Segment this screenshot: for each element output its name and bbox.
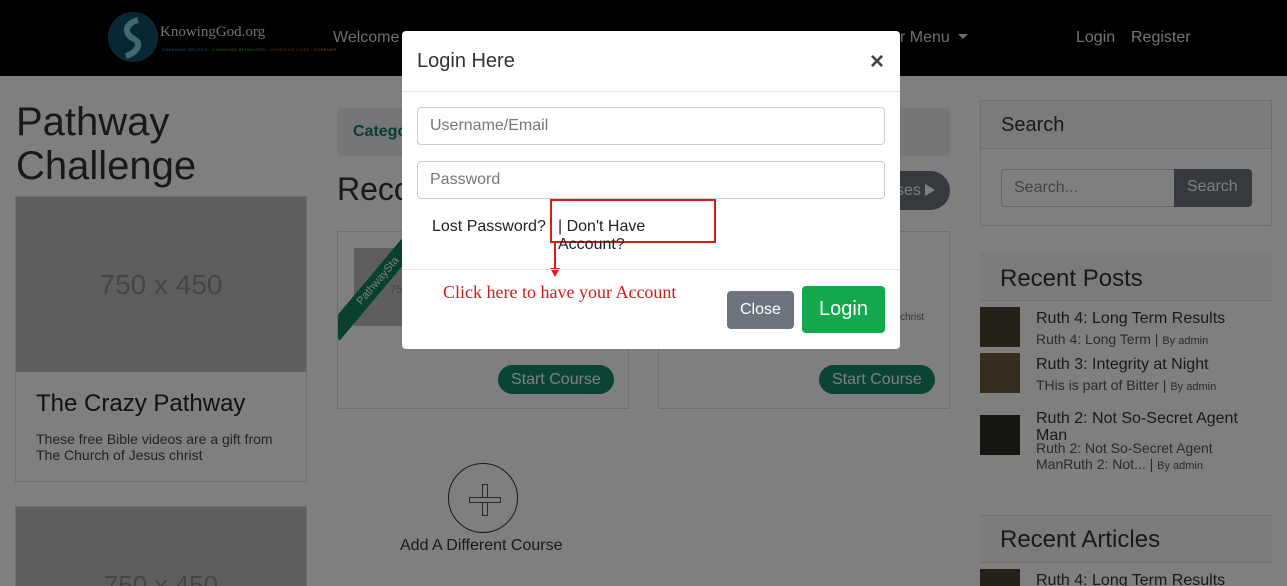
- lost-password-link[interactable]: Lost Password?: [432, 218, 546, 236]
- password-field[interactable]: Password: [417, 161, 885, 199]
- dont-have-account-link[interactable]: | Don't Have Account?: [550, 199, 716, 253]
- close-icon[interactable]: ×: [870, 48, 884, 76]
- modal-title: Login Here: [417, 50, 515, 72]
- annotation-arrow: [554, 243, 556, 271]
- login-modal: Login Here × Username/Email Password Los…: [402, 31, 900, 349]
- modal-footer-divider: [402, 269, 900, 270]
- close-button[interactable]: Close: [727, 291, 794, 329]
- username-email-field[interactable]: Username/Email: [417, 107, 885, 145]
- login-button[interactable]: Login: [802, 286, 885, 333]
- annotation-callout: Click here to have your Account: [443, 282, 677, 302]
- modal-header: Login Here ×: [402, 31, 900, 92]
